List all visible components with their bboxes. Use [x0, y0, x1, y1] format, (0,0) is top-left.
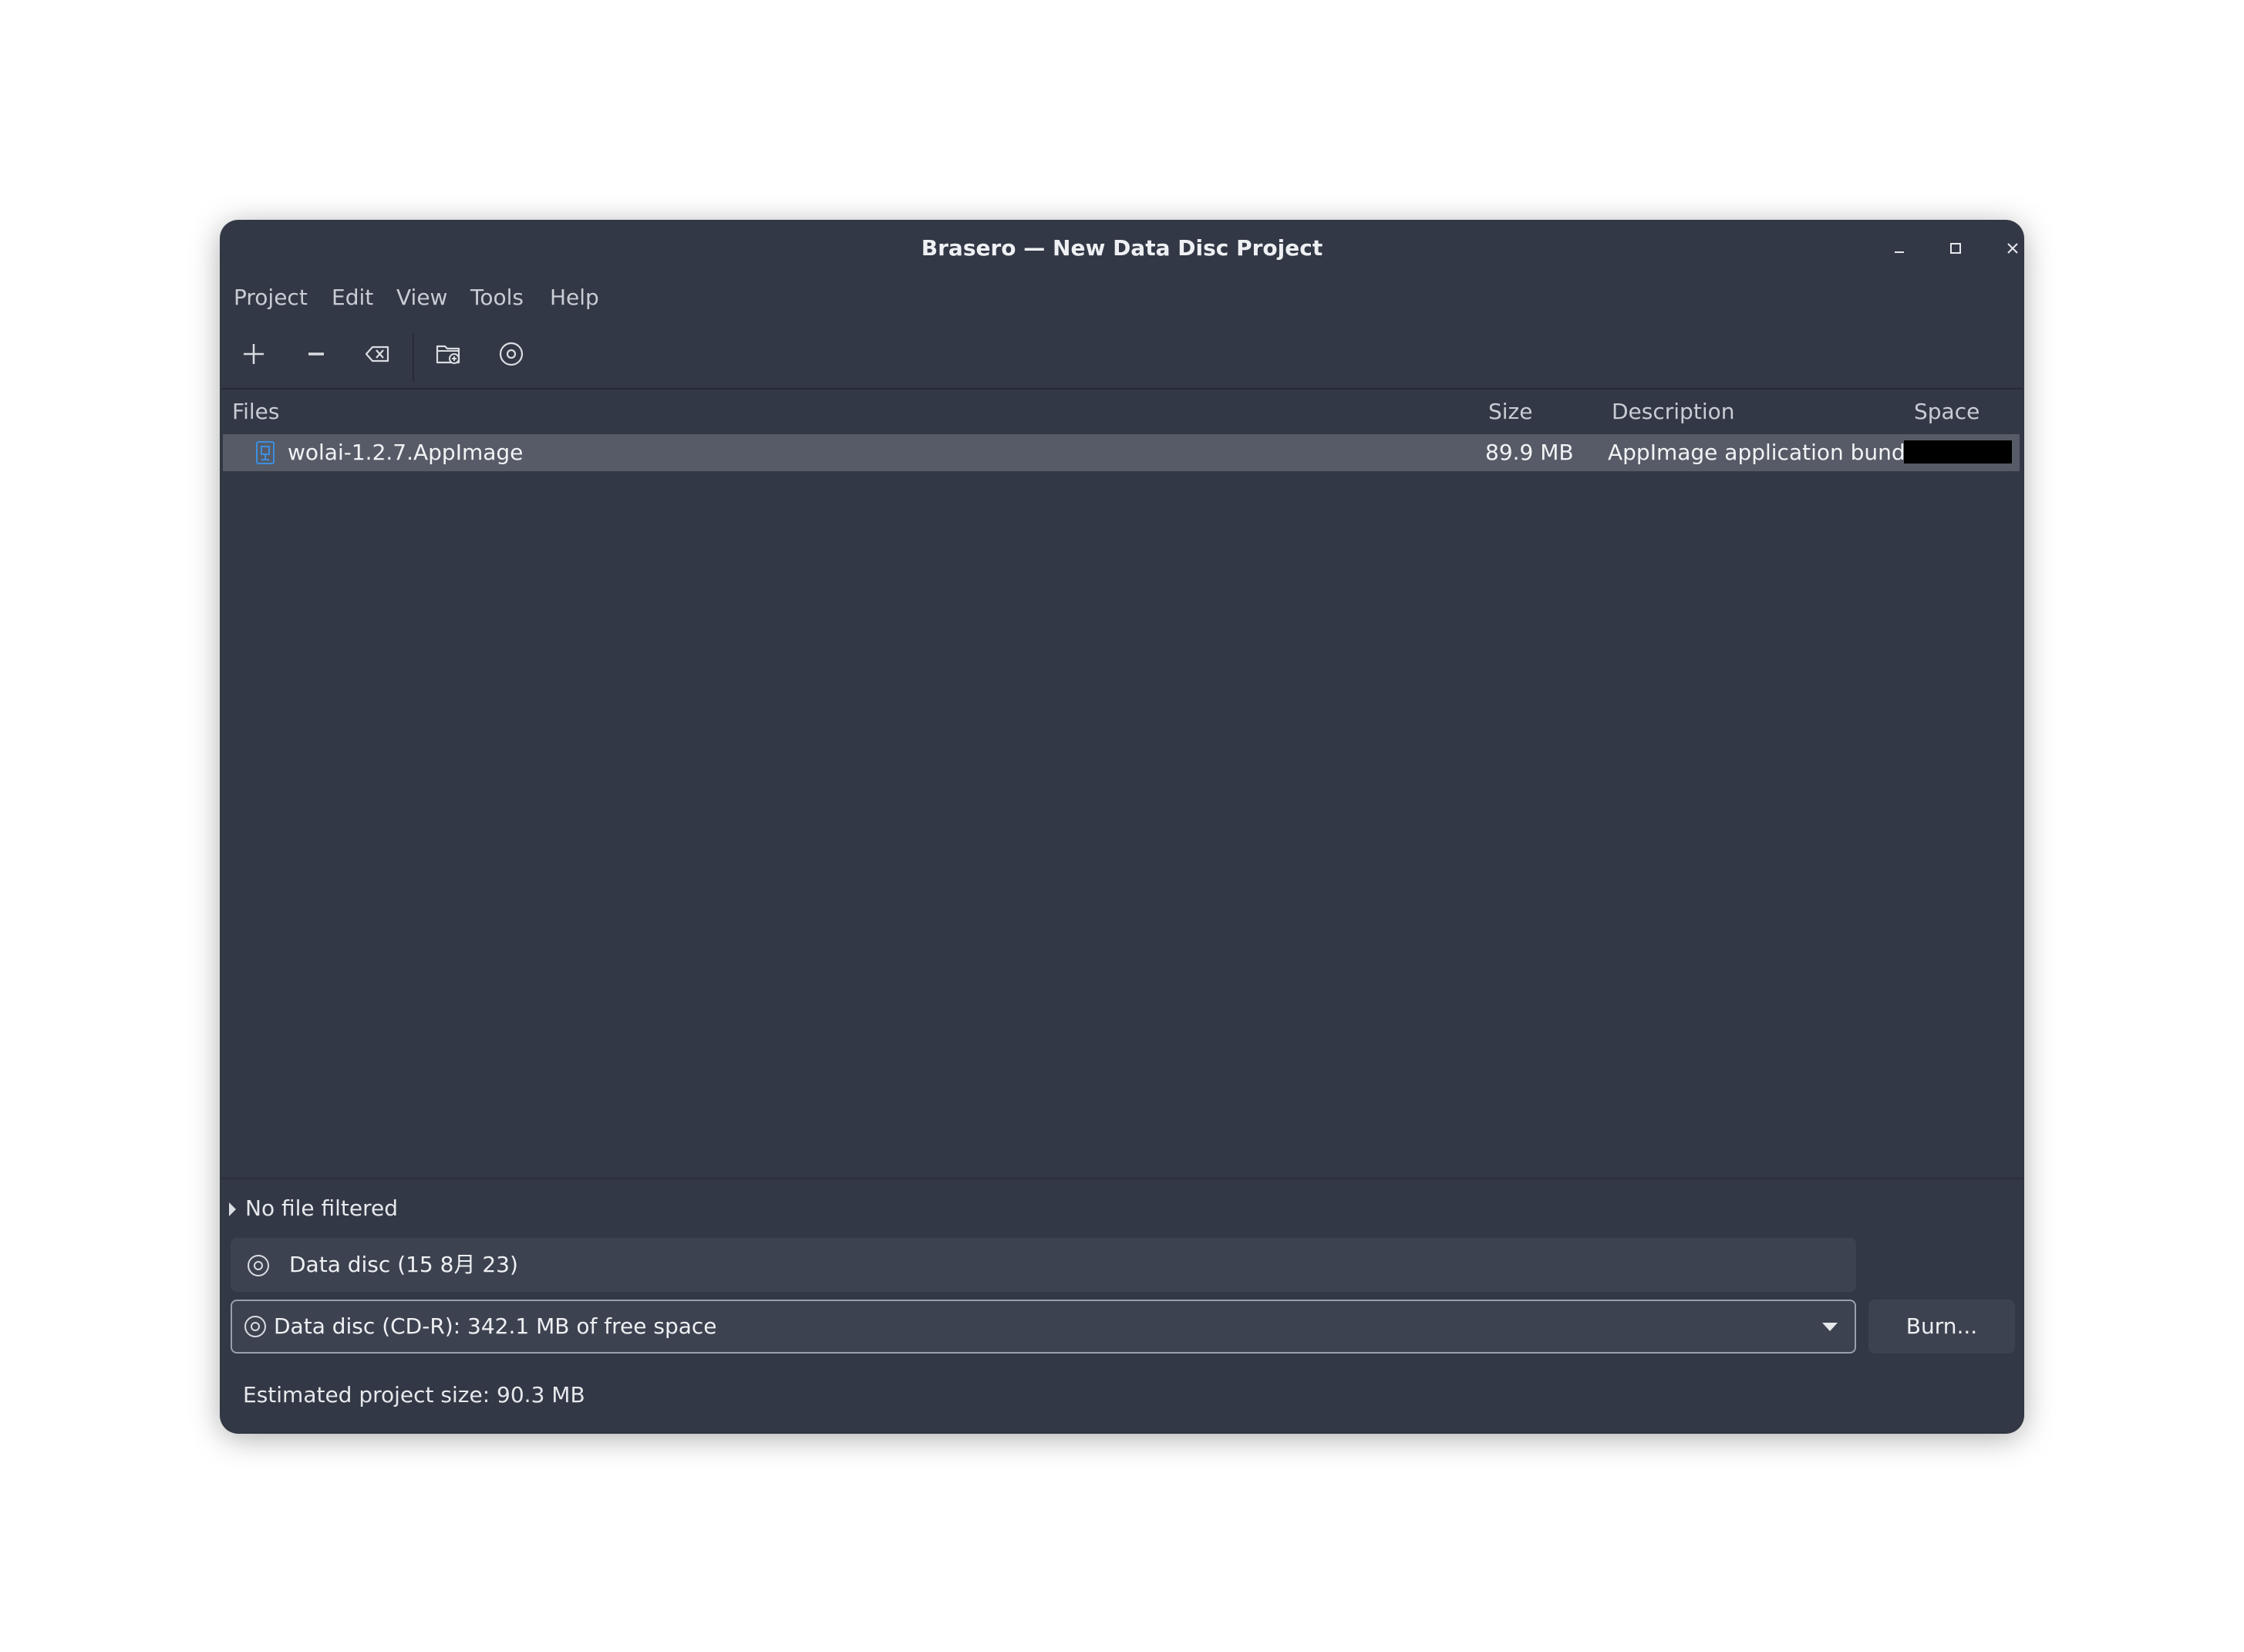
toolbar-separator [413, 334, 414, 382]
disc-icon [244, 1316, 266, 1337]
chevron-down-icon [1822, 1323, 1838, 1331]
close-icon [2007, 243, 2018, 254]
file-list-header: Files Size Description Space [221, 389, 2023, 434]
minimize-icon [1895, 251, 1904, 253]
menu-edit[interactable]: Edit [332, 275, 373, 320]
window-title: Brasero — New Data Disc Project [921, 235, 1323, 261]
disc-icon [499, 342, 524, 366]
new-folder-button[interactable] [427, 332, 470, 376]
disc-name-entry[interactable]: Data disc (15 8月 23) [231, 1238, 1856, 1292]
burn-button[interactable]: Burn... [1868, 1300, 2015, 1354]
column-space[interactable]: Space [1914, 389, 1980, 434]
new-folder-icon [436, 345, 460, 364]
column-size[interactable]: Size [1488, 389, 1532, 434]
title-bar[interactable]: Brasero — New Data Disc Project [221, 221, 2023, 275]
minus-icon [308, 352, 324, 356]
file-size: 89.9 MB [1485, 440, 1574, 465]
column-files[interactable]: Files [232, 389, 279, 434]
filter-expander[interactable]: No file filtered [229, 1190, 398, 1227]
menu-tools[interactable]: Tools [470, 275, 524, 320]
plus-icon [244, 344, 264, 364]
divider [221, 1178, 2023, 1179]
maximize-button[interactable] [1939, 232, 1972, 265]
file-name: wolai-1.2.7.AppImage [288, 440, 524, 465]
column-description[interactable]: Description [1612, 389, 1734, 434]
burn-disc-button[interactable] [490, 332, 533, 376]
menu-project[interactable]: Project [234, 275, 308, 320]
remove-files-button[interactable] [295, 332, 338, 376]
expander-arrow-icon [229, 1202, 236, 1216]
add-files-button[interactable] [232, 332, 275, 376]
clear-project-button[interactable] [356, 332, 399, 376]
menu-help[interactable]: Help [550, 275, 599, 320]
space-usage-bar [1904, 440, 2012, 464]
minimize-button[interactable] [1883, 232, 1915, 265]
table-row[interactable]: wolai-1.2.7.AppImage 89.9 MB AppImage ap… [223, 434, 2020, 471]
menu-view[interactable]: View [396, 275, 447, 320]
appimage-file-icon [256, 441, 275, 464]
project-size-status: Estimated project size: 90.3 MB [243, 1382, 585, 1408]
brasero-window: Brasero — New Data Disc Project Project … [221, 221, 2023, 1432]
disc-selector-dropdown[interactable]: Data disc (CD-R): 342.1 MB of free space [231, 1300, 1856, 1354]
toolbar [221, 320, 2023, 389]
clear-icon [365, 346, 389, 362]
disc-icon [248, 1255, 269, 1276]
menu-bar: Project Edit View Tools Help [221, 275, 2023, 320]
maximize-icon [1950, 243, 1961, 254]
filter-label: No file filtered [245, 1195, 399, 1221]
disc-selector-value: Data disc (CD-R): 342.1 MB of free space [274, 1313, 717, 1339]
file-description: AppImage application bundle [1608, 440, 1925, 465]
close-button[interactable] [1996, 232, 2023, 265]
disc-name-value: Data disc (15 8月 23) [289, 1252, 518, 1277]
